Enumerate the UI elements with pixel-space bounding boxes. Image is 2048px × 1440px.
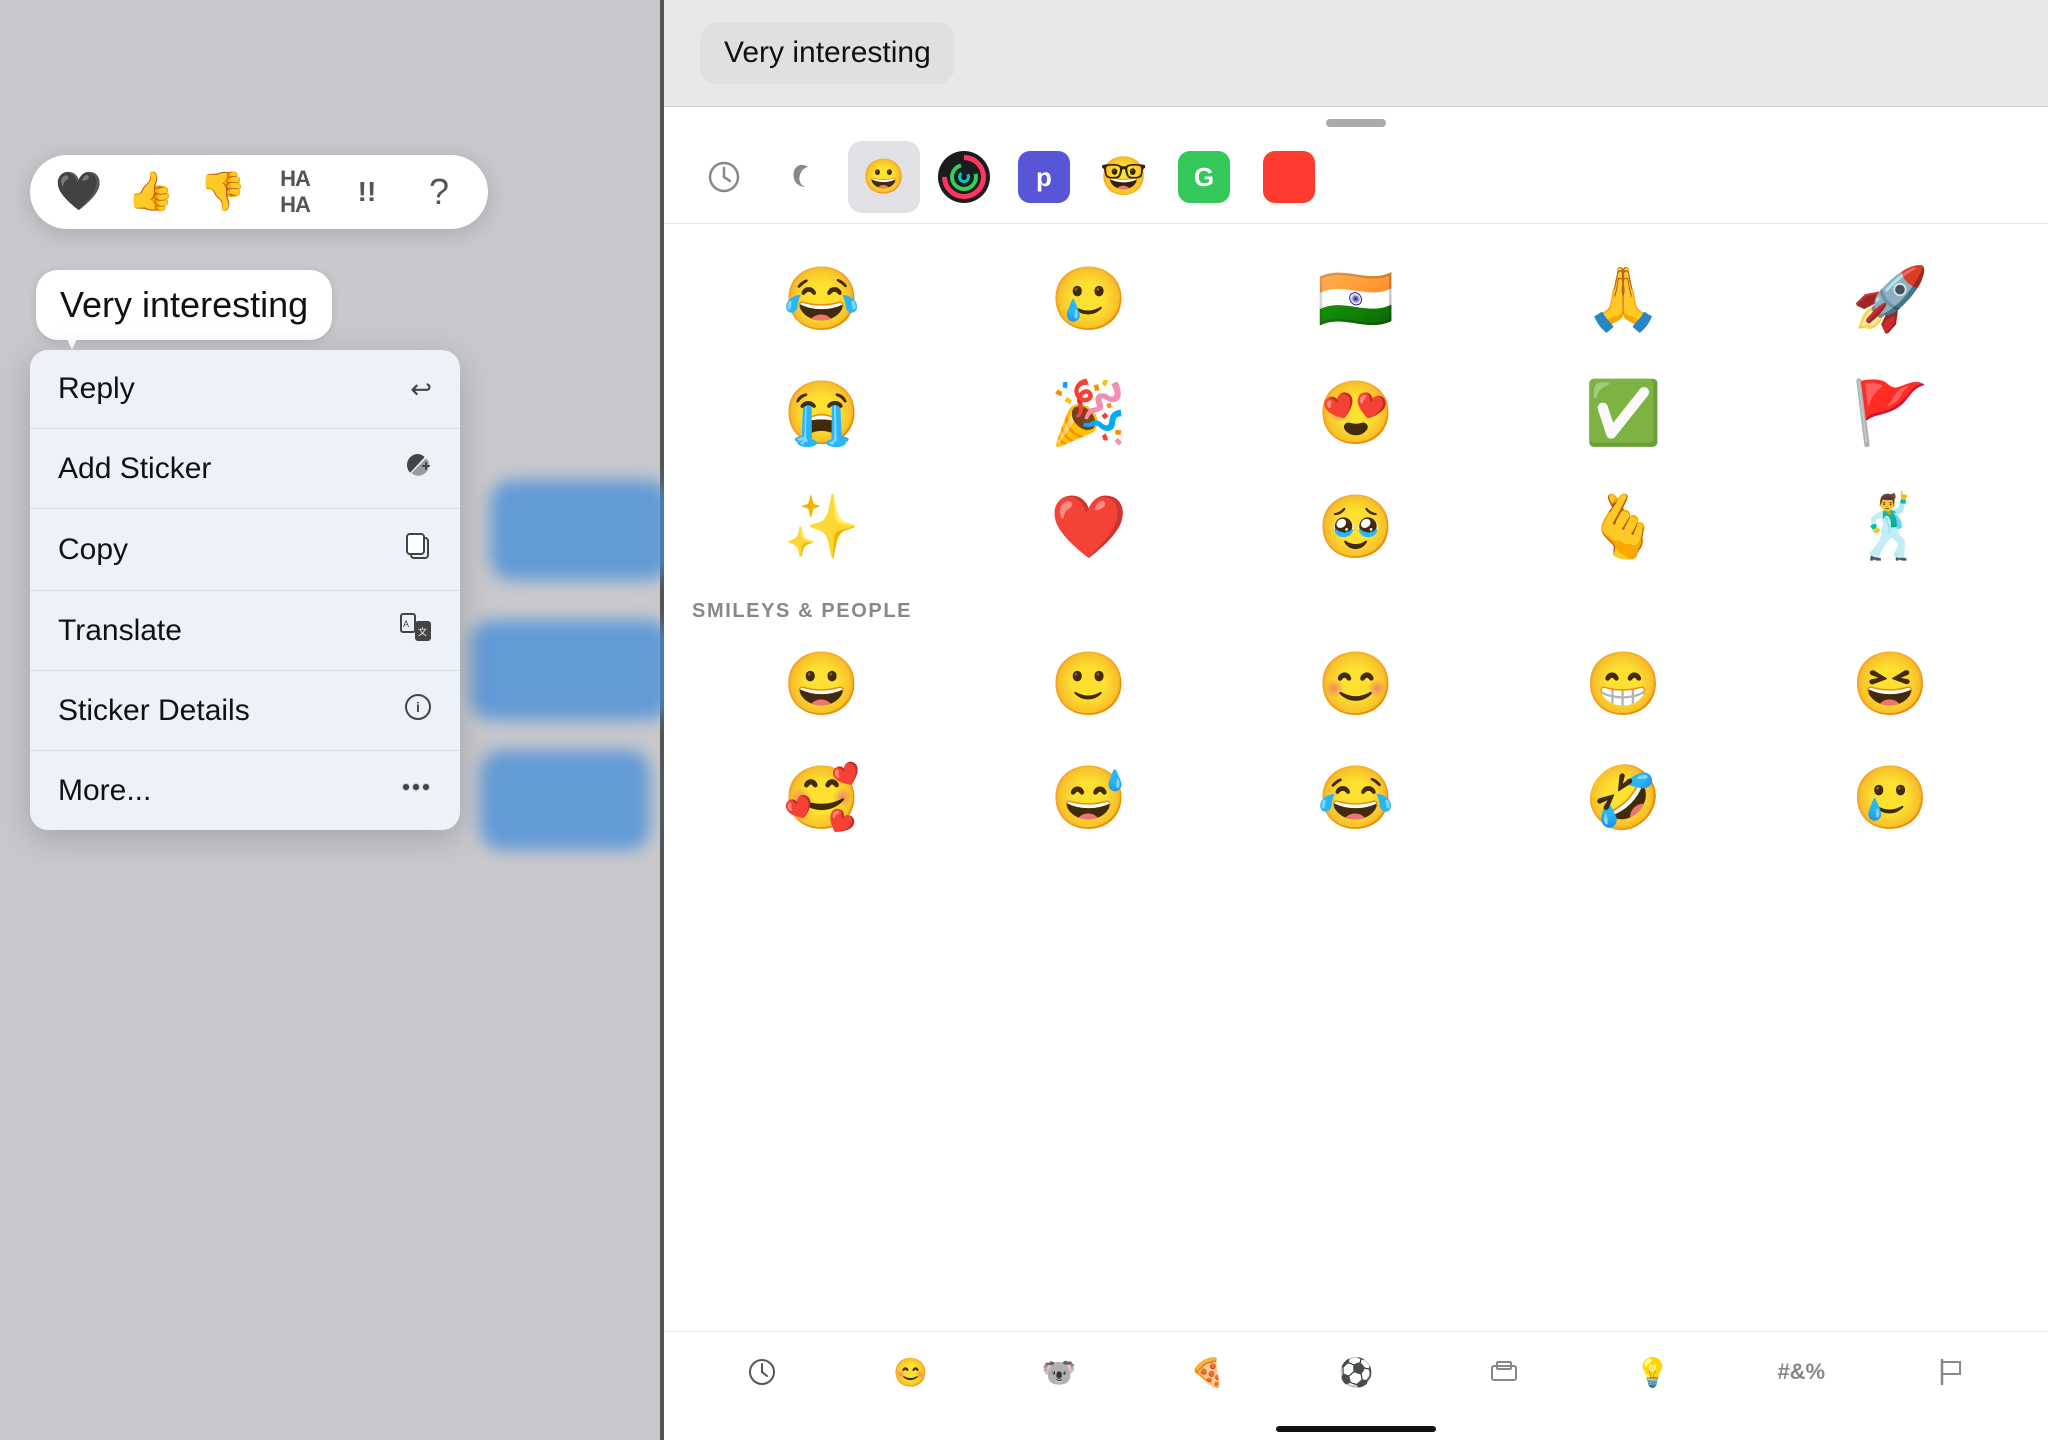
tab-bar-activities[interactable]: ⚽	[1282, 1342, 1430, 1402]
reaction-heart[interactable]: 🖤	[52, 165, 106, 219]
smileys-row-2: 🥰 😅 😂 🤣 🥲	[688, 743, 2024, 853]
avatar-tab-icon: 🤓	[1100, 155, 1147, 199]
message-bubble: Very interesting	[36, 270, 332, 340]
menu-item-sticker-details[interactable]: Sticker Details i	[30, 671, 460, 751]
context-menu: Reply ↩ Add Sticker Copy	[30, 350, 460, 830]
tab-moon[interactable]	[768, 141, 840, 213]
emoji-heart-eyes[interactable]: 😍	[1222, 358, 1489, 468]
drag-handle	[1326, 119, 1386, 127]
tab-purple-app[interactable]: p	[1008, 141, 1080, 213]
home-indicator	[1276, 1426, 1436, 1432]
tab-bar-objects[interactable]: 💡	[1579, 1342, 1727, 1402]
left-panel: 🖤 👍 👎 HAHA !! ? Very interesting Reply ↩…	[0, 0, 660, 1440]
tab-emoji[interactable]: 😀	[848, 141, 920, 213]
svg-text:A: A	[403, 619, 409, 629]
emoji-squinting[interactable]: 😆	[1757, 629, 2024, 739]
emoji-slightly-smiling[interactable]: 🙂	[955, 629, 1222, 739]
emoji-sparkles[interactable]: ✨	[688, 472, 955, 582]
reply-icon: ↩	[410, 374, 432, 405]
menu-item-translate[interactable]: Translate A 文	[30, 591, 460, 671]
emoji-holding-back-tears[interactable]: 🥲	[955, 244, 1222, 354]
emoji-rofl[interactable]: 🤣	[1490, 743, 1757, 853]
menu-item-reply[interactable]: Reply ↩	[30, 350, 460, 429]
message-text: Very interesting	[60, 284, 308, 325]
right-panel: Very interesting 😀	[664, 0, 2048, 1440]
background-bubble-3	[480, 750, 650, 850]
emoji-grid: 😂 🥲 🇮🇳 🙏 🚀 😭 🎉 😍 ✅ 🚩 ✨ ❤️ 🥹 🫰 🕺 SMILEYS …	[664, 224, 2048, 1331]
section-label-smileys: SMILEYS & PEOPLE	[688, 600, 2024, 623]
tab-green-app[interactable]: G	[1168, 141, 1240, 213]
menu-item-reply-label: Reply	[58, 372, 135, 406]
emoji-relieved-tear[interactable]: 🥲	[1757, 743, 2024, 853]
emoji-hand-pinch[interactable]: 🫰	[1490, 472, 1757, 582]
menu-item-more[interactable]: More...	[30, 751, 460, 830]
add-sticker-icon	[404, 451, 432, 486]
tab-bar-travel[interactable]	[1430, 1342, 1578, 1402]
tab-bar-symbols[interactable]: #&%	[1727, 1342, 1875, 1402]
emoji-smiling-hearts[interactable]: 🥰	[688, 743, 955, 853]
emoji-red-flag[interactable]: 🚩	[1757, 358, 2024, 468]
emoji-pleading[interactable]: 🥹	[1222, 472, 1489, 582]
emoji-loudly-crying[interactable]: 😭	[688, 358, 955, 468]
emoji-grinning[interactable]: 😀	[688, 629, 955, 739]
bottom-tab-bar: 😊 🐨 🍕 ⚽ 💡 #&%	[664, 1331, 2048, 1426]
tab-bar-flags[interactable]	[1876, 1342, 2024, 1402]
emoji-dancing[interactable]: 🕺	[1757, 472, 2024, 582]
tab-bar-animals[interactable]: 🐨	[985, 1342, 1133, 1402]
emoji-india-flag[interactable]: 🇮🇳	[1222, 244, 1489, 354]
tab-bar-recent[interactable]	[688, 1342, 836, 1402]
reaction-haha[interactable]: HAHA	[268, 165, 322, 219]
emoji-grinning-teeth[interactable]: 😁	[1490, 629, 1757, 739]
emoji-rocket[interactable]: 🚀	[1757, 244, 2024, 354]
emoji-row-1: 😂 🥲 🇮🇳 🙏 🚀	[688, 244, 2024, 354]
emoji-tab-icon: 😀	[863, 157, 905, 197]
tab-bar-food[interactable]: 🍕	[1133, 1342, 1281, 1402]
menu-item-more-label: More...	[58, 774, 151, 808]
background-bubble-2	[470, 620, 670, 720]
message-preview: Very interesting	[664, 0, 2048, 107]
copy-icon	[404, 531, 432, 568]
emoji-check-mark[interactable]: ✅	[1490, 358, 1757, 468]
menu-item-translate-label: Translate	[58, 614, 182, 648]
emoji-category-tabs: 😀 p 🤓 G	[664, 131, 2048, 224]
menu-item-sticker-details-label: Sticker Details	[58, 694, 250, 728]
info-icon: i	[404, 693, 432, 728]
tab-red-app[interactable]	[1248, 141, 1320, 213]
emoji-joy[interactable]: 😂	[1222, 743, 1489, 853]
reaction-question[interactable]: ?	[412, 165, 466, 219]
emoji-red-heart[interactable]: ❤️	[955, 472, 1222, 582]
menu-item-copy-label: Copy	[58, 533, 128, 567]
reaction-bar[interactable]: 🖤 👍 👎 HAHA !! ?	[30, 155, 488, 229]
emoji-laughing[interactable]: 😂	[688, 244, 955, 354]
menu-item-add-sticker-label: Add Sticker	[58, 452, 211, 486]
reaction-exclamation[interactable]: !!	[340, 165, 394, 219]
svg-text:文: 文	[418, 626, 427, 637]
smileys-row-1: 😀 🙂 😊 😁 😆	[688, 629, 2024, 739]
emoji-party-popper[interactable]: 🎉	[955, 358, 1222, 468]
menu-item-copy[interactable]: Copy	[30, 509, 460, 591]
reaction-thumbs-up[interactable]: 👍	[124, 165, 178, 219]
emoji-row-2: 😭 🎉 😍 ✅ 🚩	[688, 358, 2024, 468]
translate-icon: A 文	[400, 613, 432, 648]
more-icon	[400, 773, 432, 808]
emoji-folded-hands[interactable]: 🙏	[1490, 244, 1757, 354]
emoji-smiling-eyes[interactable]: 😊	[1222, 629, 1489, 739]
tab-avatar[interactable]: 🤓	[1088, 141, 1160, 213]
emoji-sweat-smile[interactable]: 😅	[955, 743, 1222, 853]
preview-text: Very interesting	[724, 36, 931, 69]
tab-recent[interactable]	[688, 141, 760, 213]
emoji-row-3: ✨ ❤️ 🥹 🫰 🕺	[688, 472, 2024, 582]
tab-activity[interactable]	[928, 141, 1000, 213]
menu-item-add-sticker[interactable]: Add Sticker	[30, 429, 460, 509]
svg-text:i: i	[416, 699, 420, 715]
preview-bubble: Very interesting	[700, 22, 955, 84]
tab-bar-smileys[interactable]: 😊	[836, 1342, 984, 1402]
reaction-thumbs-down[interactable]: 👎	[196, 165, 250, 219]
background-bubble-1	[490, 480, 670, 580]
